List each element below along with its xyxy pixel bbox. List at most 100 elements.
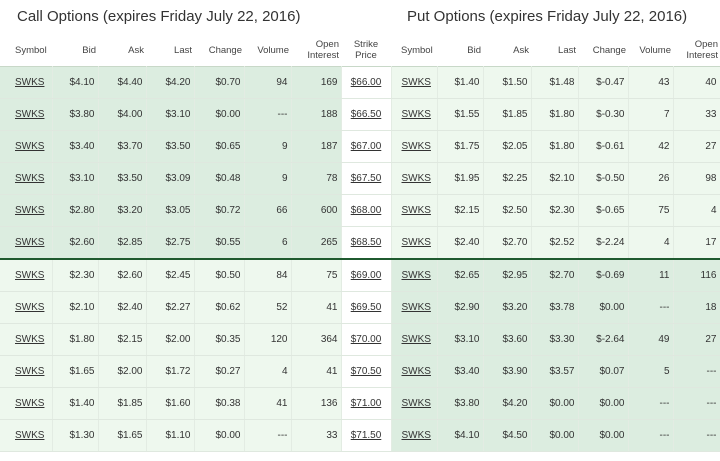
call-last-cell: $2.00 <box>146 323 195 356</box>
strike-price-link[interactable]: $68.50 <box>351 237 382 248</box>
put-volume-cell: 26 <box>628 162 674 195</box>
strike-price-cell[interactable]: $70.00 <box>341 323 392 356</box>
strike-price-cell[interactable]: $67.50 <box>341 162 392 195</box>
call-symbol-cell[interactable]: SWKS <box>0 98 53 131</box>
call-symbol-cell[interactable]: SWKS <box>0 130 53 163</box>
strike-price-link[interactable]: $66.00 <box>351 77 382 88</box>
put-symbol-cell[interactable]: SWKS <box>391 162 438 195</box>
call-symbol-cell[interactable]: SWKS <box>0 387 53 420</box>
put-symbol-link[interactable]: SWKS <box>402 77 431 88</box>
call-symbol-link[interactable]: SWKS <box>15 334 44 345</box>
call-symbol-cell[interactable]: SWKS <box>0 291 53 324</box>
call-open-interest-header: Open Interest <box>307 39 339 61</box>
put-symbol-cell[interactable]: SWKS <box>391 66 438 99</box>
put-symbol-link[interactable]: SWKS <box>402 237 431 248</box>
put-symbol-link[interactable]: SWKS <box>402 398 431 409</box>
put-symbol-link[interactable]: SWKS <box>402 205 431 216</box>
put-symbol-cell[interactable]: SWKS <box>391 194 438 227</box>
put-last-cell: $1.48 <box>531 66 579 99</box>
strike-price-cell[interactable]: $68.50 <box>341 226 392 260</box>
call-change-cell: $0.55 <box>194 226 245 260</box>
strike-price-link[interactable]: $70.00 <box>351 334 382 345</box>
call-last-cell: $3.10 <box>146 98 195 131</box>
put-symbol-link[interactable]: SWKS <box>402 270 431 281</box>
table-row: SWKS $1.80 $2.15 $2.00 $0.35 120 364 $70.00 SWKS… <box>0 323 720 356</box>
call-symbol-header: Symbol <box>15 44 47 56</box>
put-symbol-cell[interactable]: SWKS <box>391 323 438 356</box>
put-symbol-link[interactable]: SWKS <box>402 334 431 345</box>
strike-price-link[interactable]: $68.00 <box>351 205 382 216</box>
put-symbol-link[interactable]: SWKS <box>402 430 431 441</box>
call-symbol-cell[interactable]: SWKS <box>0 355 53 388</box>
strike-price-link[interactable]: $69.50 <box>351 302 382 313</box>
call-symbol-link[interactable]: SWKS <box>15 270 44 281</box>
strike-price-cell[interactable]: $70.50 <box>341 355 392 388</box>
call-symbol-cell[interactable]: SWKS <box>0 258 53 292</box>
strike-price-cell[interactable]: $66.50 <box>341 98 392 131</box>
call-symbol-cell[interactable]: SWKS <box>0 323 53 356</box>
call-ask-cell: $1.85 <box>98 387 147 420</box>
strike-price-cell[interactable]: $67.00 <box>341 130 392 163</box>
call-open-interest-cell: 33 <box>291 419 342 452</box>
strike-price-link[interactable]: $67.00 <box>351 141 382 152</box>
strike-price-cell[interactable]: $66.00 <box>341 66 392 99</box>
call-bid-cell: $2.30 <box>52 258 99 292</box>
call-symbol-cell[interactable]: SWKS <box>0 226 53 260</box>
put-change-cell: $0.00 <box>578 291 629 324</box>
strike-price-link[interactable]: $66.50 <box>351 109 382 120</box>
call-symbol-cell[interactable]: SWKS <box>0 194 53 227</box>
put-bid-cell: $1.40 <box>437 66 484 99</box>
put-symbol-cell[interactable]: SWKS <box>391 130 438 163</box>
put-ask-cell: $2.95 <box>483 258 532 292</box>
call-symbol-link[interactable]: SWKS <box>15 77 44 88</box>
strike-price-link[interactable]: $69.00 <box>351 270 382 281</box>
strike-price-link[interactable]: $71.50 <box>351 430 382 441</box>
put-symbol-cell[interactable]: SWKS <box>391 98 438 131</box>
strike-price-cell[interactable]: $68.00 <box>341 194 392 227</box>
put-change-cell: $-0.65 <box>578 194 629 227</box>
call-symbol-link[interactable]: SWKS <box>15 366 44 377</box>
put-symbol-link[interactable]: SWKS <box>402 366 431 377</box>
put-symbol-link[interactable]: SWKS <box>402 109 431 120</box>
call-symbol-link[interactable]: SWKS <box>15 109 44 120</box>
put-symbol-link[interactable]: SWKS <box>402 141 431 152</box>
call-symbol-link[interactable]: SWKS <box>15 398 44 409</box>
call-symbol-link[interactable]: SWKS <box>15 430 44 441</box>
put-symbol-cell[interactable]: SWKS <box>391 355 438 388</box>
put-symbol-link[interactable]: SWKS <box>402 302 431 313</box>
call-symbol-link[interactable]: SWKS <box>15 141 44 152</box>
put-symbol-cell[interactable]: SWKS <box>391 226 438 260</box>
strike-price-cell[interactable]: $69.50 <box>341 291 392 324</box>
call-symbol-link[interactable]: SWKS <box>15 302 44 313</box>
call-symbol-cell[interactable]: SWKS <box>0 66 53 99</box>
call-open-interest-cell: 188 <box>291 98 342 131</box>
put-symbol-link[interactable]: SWKS <box>402 173 431 184</box>
put-volume-cell: 5 <box>628 355 674 388</box>
strike-price-link[interactable]: $70.50 <box>351 366 382 377</box>
call-symbol-link[interactable]: SWKS <box>15 205 44 216</box>
strike-price-cell[interactable]: $71.00 <box>341 387 392 420</box>
call-bid-cell: $2.80 <box>52 194 99 227</box>
put-symbol-cell[interactable]: SWKS <box>391 258 438 292</box>
put-symbol-cell[interactable]: SWKS <box>391 387 438 420</box>
call-ask-cell: $2.40 <box>98 291 147 324</box>
put-symbol-cell[interactable]: SWKS <box>391 291 438 324</box>
strike-price-link[interactable]: $71.00 <box>351 398 382 409</box>
put-last-cell: $1.80 <box>531 98 579 131</box>
put-symbol-cell[interactable]: SWKS <box>391 419 438 452</box>
call-volume-cell: 6 <box>244 226 292 260</box>
put-volume-cell: 11 <box>628 258 674 292</box>
call-last-cell: $3.09 <box>146 162 195 195</box>
strike-price-cell[interactable]: $71.50 <box>341 419 392 452</box>
call-last-cell: $2.27 <box>146 291 195 324</box>
titles-bar: Call Options (expires Friday July 22, 20… <box>0 0 720 34</box>
call-change-cell: $0.70 <box>194 66 245 99</box>
call-open-interest-cell: 265 <box>291 226 342 260</box>
call-symbol-cell[interactable]: SWKS <box>0 162 53 195</box>
call-symbol-link[interactable]: SWKS <box>15 173 44 184</box>
call-symbol-cell[interactable]: SWKS <box>0 419 53 452</box>
strike-price-link[interactable]: $67.50 <box>351 173 382 184</box>
call-symbol-link[interactable]: SWKS <box>15 237 44 248</box>
put-ask-cell: $4.50 <box>483 419 532 452</box>
strike-price-cell[interactable]: $69.00 <box>341 258 392 292</box>
